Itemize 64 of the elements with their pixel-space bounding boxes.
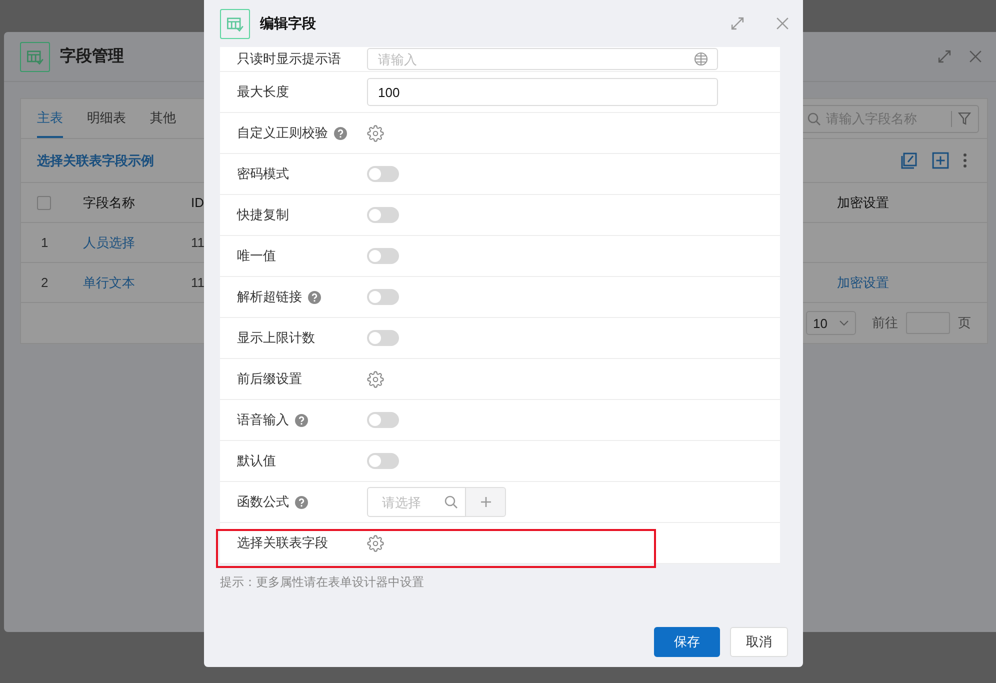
toggle-switch[interactable] [367, 207, 399, 223]
field-label: 默认值 [237, 452, 276, 470]
dialog-title: 编辑字段 [260, 14, 317, 32]
expand-icon[interactable] [731, 17, 744, 30]
field-label: 最大长度 [237, 83, 289, 101]
field-label: 自定义正则校验 [237, 124, 328, 142]
filter-icon[interactable] [958, 112, 971, 125]
expand-icon[interactable] [938, 50, 951, 63]
plus-icon [480, 496, 492, 508]
page-unit: 页 [958, 314, 971, 332]
toggle-switch[interactable] [367, 453, 399, 469]
field-label: 选择关联表字段 [237, 534, 328, 552]
goto-label: 前往 [872, 314, 898, 332]
search-icon [807, 112, 821, 126]
window-title: 字段管理 [60, 46, 124, 67]
table-icon [26, 48, 44, 66]
cancel-button[interactable]: 取消 [730, 627, 788, 657]
column-header: 字段名称 [83, 194, 135, 212]
edit-icon [900, 152, 918, 170]
search-icon [444, 495, 458, 509]
column-header: ID [191, 195, 204, 210]
close-icon[interactable] [776, 17, 789, 30]
table-cell: 11 [191, 275, 204, 290]
table-cell[interactable]: 人员选择 [83, 234, 135, 252]
column-header: 加密设置 [837, 194, 889, 212]
text-field[interactable]: 100 [367, 78, 718, 106]
chevron-down-icon [839, 320, 849, 326]
checkbox[interactable] [37, 196, 51, 210]
plus-icon [932, 152, 949, 169]
field-label: 前后缀设置 [237, 370, 302, 388]
toggle-switch[interactable] [367, 248, 399, 264]
encrypt-link[interactable]: 加密设置 [837, 274, 889, 292]
toggle-switch[interactable] [367, 166, 399, 182]
field-label: 只读时显示提示语 [237, 50, 341, 68]
field-label: 快捷复制 [237, 206, 289, 224]
toggle-switch[interactable] [367, 330, 399, 346]
text-field[interactable]: 请输入 [367, 48, 718, 70]
field-label: 函数公式 [237, 493, 289, 511]
settings-icon[interactable] [367, 370, 384, 388]
settings-icon[interactable] [367, 534, 384, 552]
row-number: 1 [40, 235, 48, 250]
example-link[interactable]: 选择关联表字段示例 [37, 152, 154, 170]
field-label: 语音输入 [237, 411, 289, 429]
tab[interactable]: 明细表 [87, 99, 126, 138]
more-icon [963, 153, 967, 168]
add-button[interactable] [466, 487, 506, 517]
field-label: 唯一值 [237, 247, 276, 265]
table-icon [226, 14, 244, 32]
field-label: 解析超链接 [237, 288, 302, 306]
table-cell[interactable]: 单行文本 [83, 274, 135, 292]
toggle-switch[interactable] [367, 289, 399, 305]
tab[interactable]: 主表 [37, 99, 63, 138]
settings-icon[interactable] [367, 124, 384, 142]
table-cell: 11 [191, 235, 204, 250]
close-icon[interactable] [969, 50, 982, 63]
select-field[interactable]: 请选择 [367, 487, 466, 517]
page-size-select[interactable]: 10 [806, 311, 856, 335]
field-label: 显示上限计数 [237, 329, 315, 347]
toggle-switch[interactable] [367, 412, 399, 428]
hint-text: 提示：更多属性请在表单设计器中设置 [220, 574, 425, 591]
field-label: 密码模式 [237, 165, 289, 183]
tab[interactable]: 其他 [150, 99, 176, 138]
save-button[interactable]: 保存 [654, 627, 720, 657]
row-number: 2 [40, 275, 48, 290]
